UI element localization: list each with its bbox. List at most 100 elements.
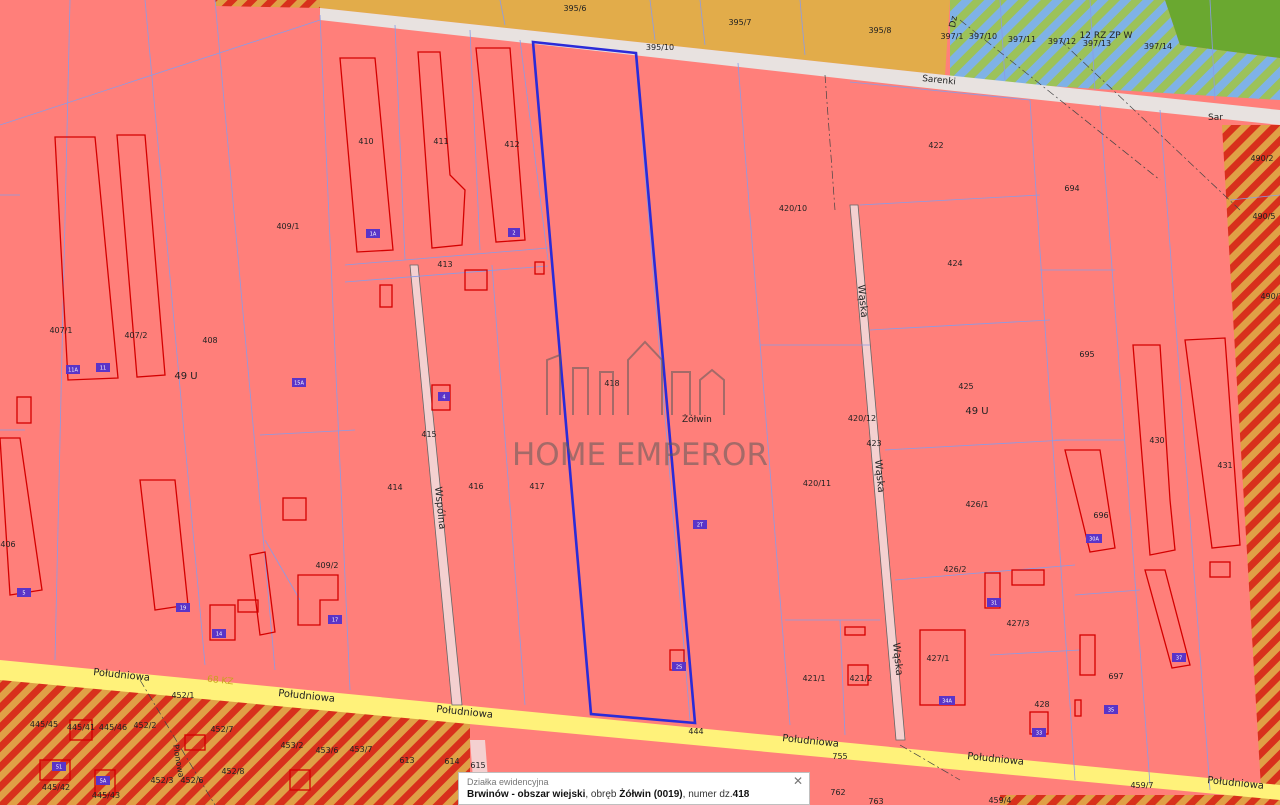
popup-parcel-line: Brwinów - obszar wiejski, obręb Żółwin (…: [467, 788, 801, 802]
badge-2: 2: [512, 231, 515, 237]
badge-37: 37: [1176, 656, 1182, 662]
parcel-label: 613: [399, 756, 414, 765]
parcel-label: 415: [421, 430, 436, 439]
parcel-label: 411: [433, 137, 448, 146]
parcel-label: 459/7: [1130, 781, 1153, 790]
parcel-label: 452/6: [180, 776, 203, 785]
badge-2t: 2T: [697, 523, 704, 529]
badge-14: 14: [216, 632, 222, 638]
badge-30a: 30A: [1089, 537, 1099, 543]
parcel-label: 397/14: [1144, 42, 1172, 51]
badge-15a: 15A: [294, 381, 304, 387]
parcel-label: 614: [444, 757, 459, 766]
popup-precinct-prefix: , obręb: [585, 789, 620, 800]
parcel-label: 420/10: [779, 204, 807, 213]
badge-33: 33: [1036, 731, 1042, 737]
popup-title: Działka ewidencyjna: [467, 777, 549, 787]
parcel-label: 445/46: [99, 723, 127, 732]
popup-place: Brwinów - obszar wiejski: [467, 789, 586, 800]
parcel-label: 452/8: [221, 767, 244, 776]
parcel-label: 422: [928, 141, 943, 150]
parcel-label: 490/2: [1250, 154, 1273, 163]
badge-34a: 34A: [942, 699, 952, 705]
parcel-label: 395/8: [868, 26, 891, 35]
badge-5a: 5A: [100, 779, 107, 785]
parcel-label: 395/7: [728, 18, 751, 27]
badge-31: 31: [991, 601, 997, 607]
parcel-label: 424: [947, 259, 962, 268]
parcel-label: 452/3: [150, 776, 173, 785]
parcel-label: 406: [0, 540, 15, 549]
parcel-label: 397/12: [1048, 37, 1076, 46]
parcel-label: 427/1: [926, 654, 949, 663]
parcel-label: 615: [470, 761, 485, 770]
popup-parcel-number: 418: [732, 789, 750, 800]
parcel-label: 409/2: [315, 561, 338, 570]
parcel-label: 421/1: [802, 674, 825, 683]
parcel-label: 421/2: [849, 674, 872, 683]
parcel-label: 445/45: [30, 720, 58, 729]
parcel-label: 490/1: [1260, 292, 1280, 301]
parcel-label: 427/3: [1006, 619, 1029, 628]
parcel-label: 453/2: [280, 741, 303, 750]
parcel-label: 763: [868, 797, 883, 805]
popup-number-prefix: , numer dz.: [682, 789, 733, 800]
parcel-label: 453/6: [315, 746, 338, 755]
parcel-label: 445/43: [92, 791, 120, 800]
street-label-sar: Sar: [1208, 113, 1223, 123]
parcel-label: 426/2: [943, 565, 966, 574]
zone-label-49u-right: 49 U: [965, 406, 988, 417]
parcel-label: 428: [1034, 700, 1049, 709]
parcel-label: 412: [504, 140, 519, 149]
parcel-label: 397/1: [940, 32, 963, 41]
badge-4: 4: [442, 395, 445, 401]
zoning-map[interactable]: 1A 2 11A 11 15A 4 2T 2S 5 19 14 17 31 37…: [0, 0, 1280, 805]
parcel-label: 420/11: [803, 479, 831, 488]
parcel-label: 695: [1079, 350, 1094, 359]
parcel-label: 445/41: [67, 723, 95, 732]
badge-17: 17: [332, 618, 338, 624]
street-label-dz: Dz: [948, 15, 960, 28]
parcel-label: 397/10: [969, 32, 997, 41]
badge-11: 11: [100, 366, 106, 372]
parcel-label: 431: [1217, 461, 1232, 470]
badge-19: 19: [180, 606, 186, 612]
zone-bottom-right-hatch: [1000, 795, 1280, 805]
parcel-label: 395/6: [563, 4, 586, 13]
parcel-label: 413: [437, 260, 452, 269]
popup-precinct: Żółwin (0019): [619, 789, 683, 800]
badge-51: 51: [56, 765, 62, 771]
zone-label-12rz: 12 RZ ZP W: [1080, 31, 1133, 41]
parcel-label: 426/1: [965, 500, 988, 509]
parcel-info-popup[interactable]: Działka ewidencyjna Brwinów - obszar wie…: [458, 772, 810, 805]
badge-1a: 1A: [370, 232, 377, 238]
parcel-label: 395/10: [646, 43, 674, 52]
parcel-label: 694: [1064, 184, 1079, 193]
parcel-label: 696: [1093, 511, 1108, 520]
parcel-label: 490/5: [1252, 212, 1275, 221]
parcel-label: 697: [1108, 672, 1123, 681]
badge-2s: 2S: [676, 665, 682, 671]
parcel-label: 762: [830, 788, 845, 797]
parcel-label: 410: [358, 137, 373, 146]
parcel-label: 459/4: [988, 796, 1011, 805]
parcel-label: 409/1: [276, 222, 299, 231]
parcel-label: 452/2: [133, 721, 156, 730]
parcel-label: 430: [1149, 436, 1164, 445]
badge-11a: 11A: [68, 368, 78, 374]
parcel-label: 417: [529, 482, 544, 491]
parcel-label: 445/42: [42, 783, 70, 792]
parcel-label: 755: [832, 752, 847, 761]
zone-label-49u-left: 49 U: [174, 371, 197, 382]
parcel-label: 416: [468, 482, 483, 491]
parcel-label: 453/7: [349, 745, 372, 754]
parcel-label: 425: [958, 382, 973, 391]
parcel-label: 452/7: [210, 725, 233, 734]
parcel-label: 444: [688, 727, 703, 736]
close-icon[interactable]: ✕: [793, 775, 803, 787]
badge-5: 5: [22, 591, 25, 597]
watermark-brand: HOME EMPEROR: [512, 437, 768, 473]
place-label-zolwin: Żółwin: [682, 414, 712, 425]
parcel-label: 414: [387, 483, 402, 492]
parcel-label: 420/12: [848, 414, 876, 423]
